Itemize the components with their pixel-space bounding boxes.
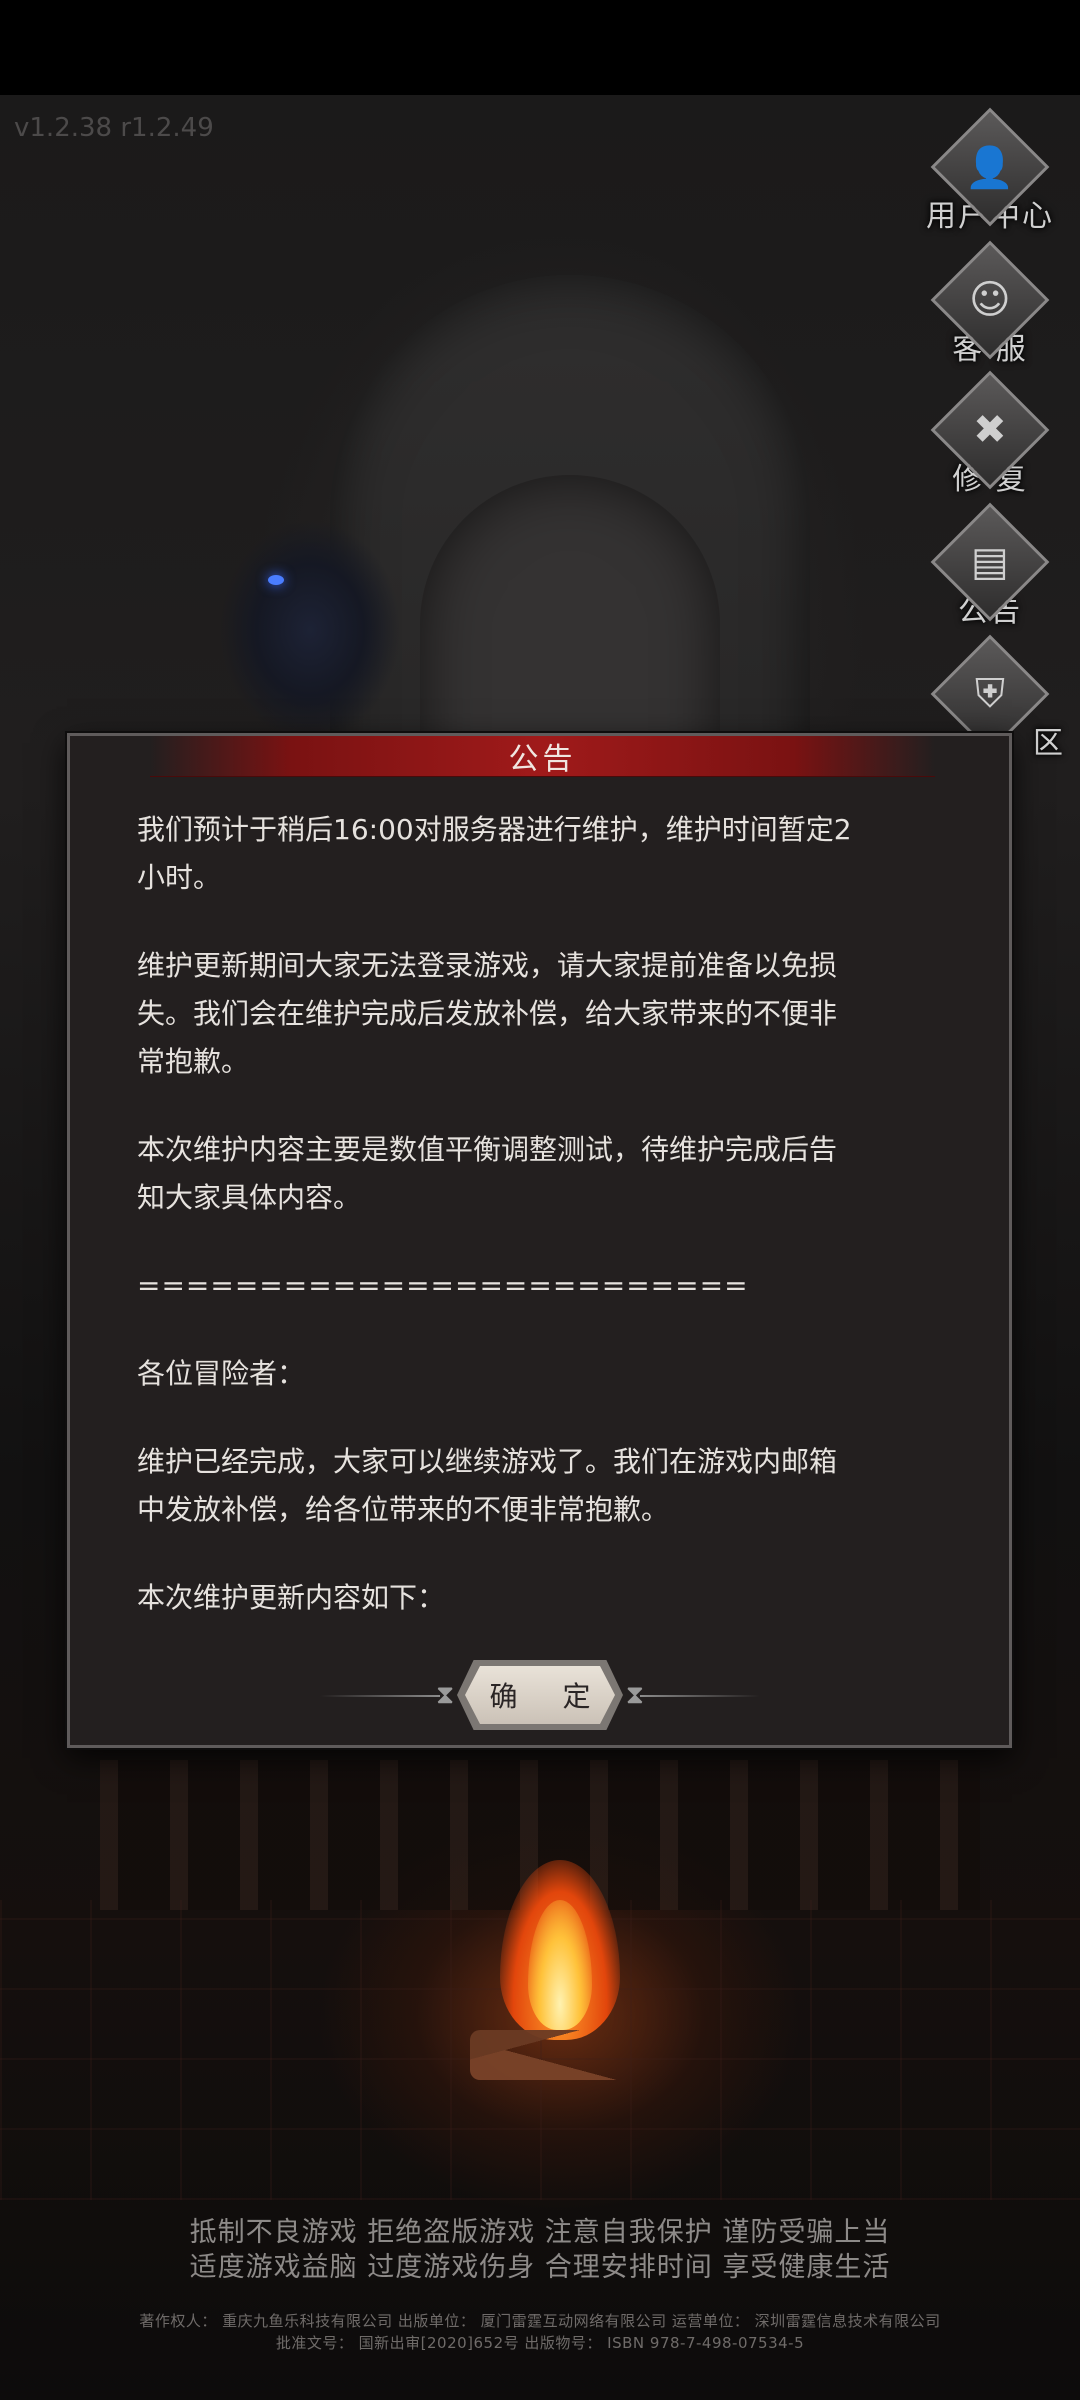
decorative-rule-right	[640, 1695, 760, 1697]
announcement-button[interactable]: ▤ 公告	[905, 502, 1075, 630]
repair-button[interactable]: ✖ 修 复	[905, 370, 1075, 498]
decorative-hourglass-icon: ⧗	[436, 1680, 455, 1710]
health-notice-line-1: 抵制不良游戏 拒绝盗版游戏 注意自我保护 谨防受骗上当	[189, 2217, 891, 2248]
announcement-text-scroll[interactable]: 我们预计于稍后16:00对服务器进行维护，维护时间暂定2 小时。 维护更新期间大…	[137, 806, 967, 1656]
dialog-title: 公告	[508, 742, 577, 777]
announcement-paragraph: 本次维护更新内容如下：	[137, 1581, 446, 1614]
knight-glowing-eye	[268, 575, 284, 585]
dialog-header: 公告	[150, 736, 935, 777]
dark-knight-figure	[220, 520, 420, 740]
status-bar	[0, 0, 1080, 95]
announcement-paragraph: 我们预计于稍后16:00对服务器进行维护，维护时间暂定2 小时。	[137, 813, 852, 894]
announcement-paragraph: 维护更新期间大家无法登录游戏，请大家提前准备以免损 失。我们会在维护完成后发放补…	[137, 949, 838, 1078]
copyright-credits-line-1: 著作权人： 重庆九鱼乐科技有限公司 出版单位： 厦门雷霆互动网络有限公司 运营单…	[139, 2312, 941, 2330]
decorative-rule-left	[320, 1695, 440, 1697]
version-label: v1.2.38 r1.2.49	[14, 113, 214, 143]
health-notice-line-2: 适度游戏益脑 过度游戏伤身 合理安排时间 享受健康生活	[189, 2252, 891, 2283]
user-center-button[interactable]: 👤 用户中心	[905, 107, 1075, 235]
announcement-divider: =========================	[137, 1269, 749, 1302]
campfire-logs	[470, 2030, 650, 2080]
announcement-paragraph: 维护已经完成，大家可以继续游戏了。我们在游戏内邮箱 中发放补偿，给各位带来的不便…	[137, 1445, 838, 1526]
announcement-paragraph: 本次维护内容主要是数值平衡调整测试，待维护完成后告 知大家具体内容。	[137, 1133, 838, 1214]
confirm-button[interactable]: 确 定	[465, 1666, 615, 1724]
announcement-greeting: 各位冒险者：	[137, 1357, 306, 1390]
confirm-button-area: ⧗ ⧗ 确 定	[310, 1660, 770, 1730]
campfire	[490, 1830, 630, 2050]
announcement-dialog: 公告 我们预计于稍后16:00对服务器进行维护，维护时间暂定2 小时。 维护更新…	[67, 733, 1012, 1748]
copyright-credits-line-2: 批准文号： 国新出审[2020]652号 出版物号： ISBN 978-7-49…	[275, 2334, 805, 2352]
decorative-hourglass-icon: ⧗	[625, 1680, 644, 1710]
customer-service-button[interactable]: ☺ 客 服	[905, 240, 1075, 368]
